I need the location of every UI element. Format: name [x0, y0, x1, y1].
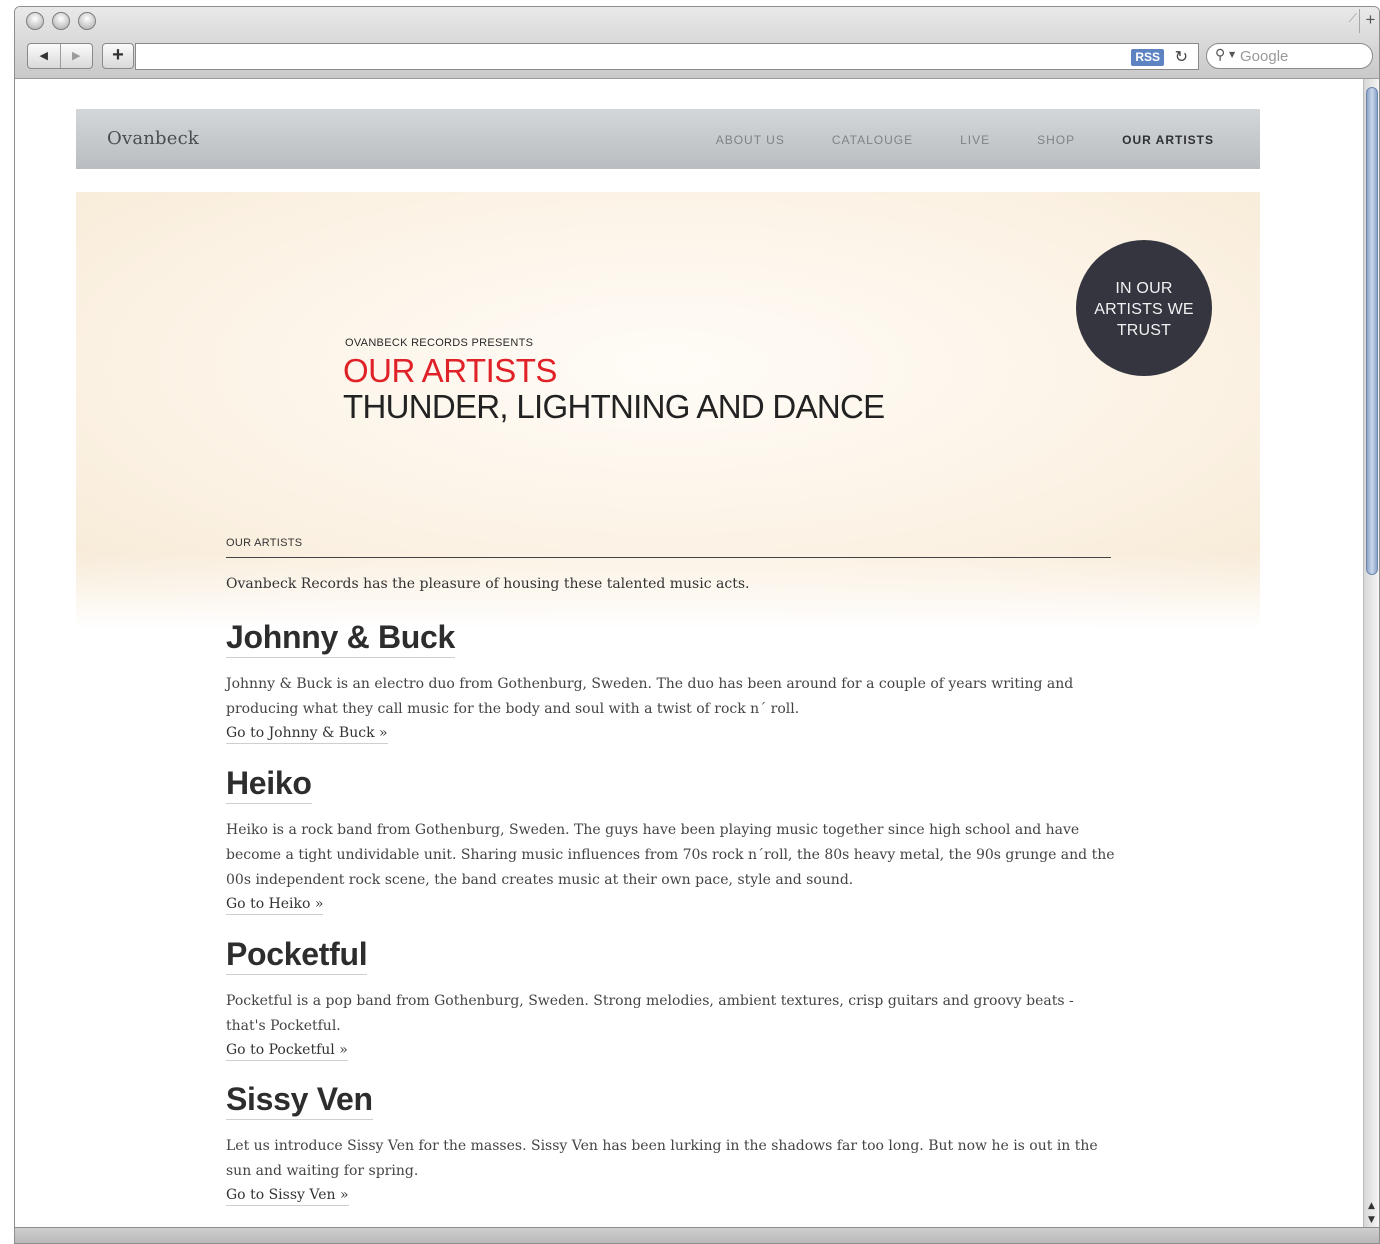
- scroll-up-arrow-icon[interactable]: ▲: [1364, 1199, 1379, 1213]
- nav-about-us[interactable]: ABOUT US: [716, 133, 785, 147]
- new-tab-button[interactable]: +: [1359, 9, 1379, 33]
- forward-button[interactable]: ▶: [59, 44, 93, 68]
- artist-entry-pocketful: Pocketful Pocketful is a pop band from G…: [226, 936, 1116, 1061]
- artist-description: Let us introduce Sissy Ven for the masse…: [226, 1138, 1098, 1179]
- artist-name[interactable]: Sissy Ven: [226, 1081, 373, 1120]
- hero-title: OUR ARTISTS: [343, 352, 557, 389]
- badge-line: IN OUR: [1115, 280, 1173, 297]
- address-bar[interactable]: RSS ↻: [135, 43, 1199, 70]
- scroll-thumb[interactable]: [1366, 87, 1378, 575]
- status-bar: [15, 1227, 1379, 1243]
- search-input[interactable]: [1240, 47, 1360, 66]
- artist-entry-heiko: Heiko Heiko is a rock band from Gothenbu…: [226, 765, 1116, 915]
- nav-our-artists[interactable]: OUR ARTISTS: [1122, 133, 1214, 147]
- artist-entry-sissy-ven: Sissy Ven Let us introduce Sissy Ven for…: [226, 1081, 1116, 1206]
- magnifier-icon[interactable]: ⚲: [1215, 47, 1225, 63]
- hero-subtitle: THUNDER, LIGHTNING AND DANCE: [343, 388, 885, 425]
- nav-catalouge[interactable]: CATALOUGE: [832, 133, 913, 147]
- zoom-window-button[interactable]: [78, 12, 96, 30]
- section-label: OUR ARTISTS: [226, 537, 303, 549]
- history-nav: ◀ ▶: [27, 43, 93, 69]
- trust-badge: IN OUR ARTISTS WE TRUST: [1076, 240, 1212, 376]
- artist-link[interactable]: Go to Heiko »: [226, 895, 324, 915]
- close-window-button[interactable]: [26, 12, 44, 30]
- browser-window: ⟋ + ◀ ▶ + RSS ↻ ⚲ ▼ Ovanbeck ABOUT US CA…: [14, 6, 1380, 1244]
- artist-description: Johnny & Buck is an electro duo from Got…: [226, 676, 1074, 717]
- browser-toolbar: ⟋ + ◀ ▶ + RSS ↻ ⚲ ▼: [15, 7, 1379, 79]
- web-page: Ovanbeck ABOUT US CATALOUGE LIVE SHOP OU…: [15, 80, 1365, 1230]
- nav-live[interactable]: LIVE: [960, 133, 990, 147]
- resize-grip-icon: ⟋: [1348, 11, 1357, 25]
- rss-button[interactable]: RSS: [1131, 49, 1164, 66]
- artist-name[interactable]: Johnny & Buck: [226, 619, 455, 658]
- badge-line: TRUST: [1116, 322, 1172, 339]
- badge-line: ARTISTS WE: [1094, 301, 1194, 318]
- artist-entry-johnny-buck: Johnny & Buck Johnny & Buck is an electr…: [226, 619, 1116, 744]
- scroll-down-arrow-icon[interactable]: ▼: [1364, 1213, 1379, 1227]
- section-intro: Ovanbeck Records has the pleasure of hou…: [226, 576, 750, 592]
- artist-link[interactable]: Go to Johnny & Buck »: [226, 724, 388, 744]
- site-logo[interactable]: Ovanbeck: [107, 128, 199, 149]
- artist-description: Pocketful is a pop band from Gothenburg,…: [226, 993, 1074, 1034]
- artist-name[interactable]: Pocketful: [226, 936, 368, 975]
- chevron-down-icon[interactable]: ▼: [1229, 50, 1235, 59]
- back-button[interactable]: ◀: [28, 44, 60, 68]
- vertical-scrollbar[interactable]: ▲ ▼: [1363, 79, 1379, 1229]
- hero-presents: OVANBECK RECORDS PRESENTS: [345, 337, 534, 349]
- main-nav: ABOUT US CATALOUGE LIVE SHOP OUR ARTISTS: [669, 133, 1214, 147]
- minimize-window-button[interactable]: [52, 12, 70, 30]
- section-divider: [226, 557, 1111, 558]
- nav-shop[interactable]: SHOP: [1037, 133, 1075, 147]
- artist-description: Heiko is a rock band from Gothenburg, Sw…: [226, 822, 1115, 888]
- artist-name[interactable]: Heiko: [226, 765, 312, 804]
- reload-icon[interactable]: ↻: [1175, 47, 1188, 66]
- site-header: Ovanbeck ABOUT US CATALOUGE LIVE SHOP OU…: [76, 109, 1260, 169]
- add-bookmark-button[interactable]: +: [102, 43, 134, 69]
- artist-link[interactable]: Go to Sissy Ven »: [226, 1186, 349, 1206]
- search-field[interactable]: ⚲ ▼: [1206, 43, 1373, 69]
- artist-link[interactable]: Go to Pocketful »: [226, 1041, 348, 1061]
